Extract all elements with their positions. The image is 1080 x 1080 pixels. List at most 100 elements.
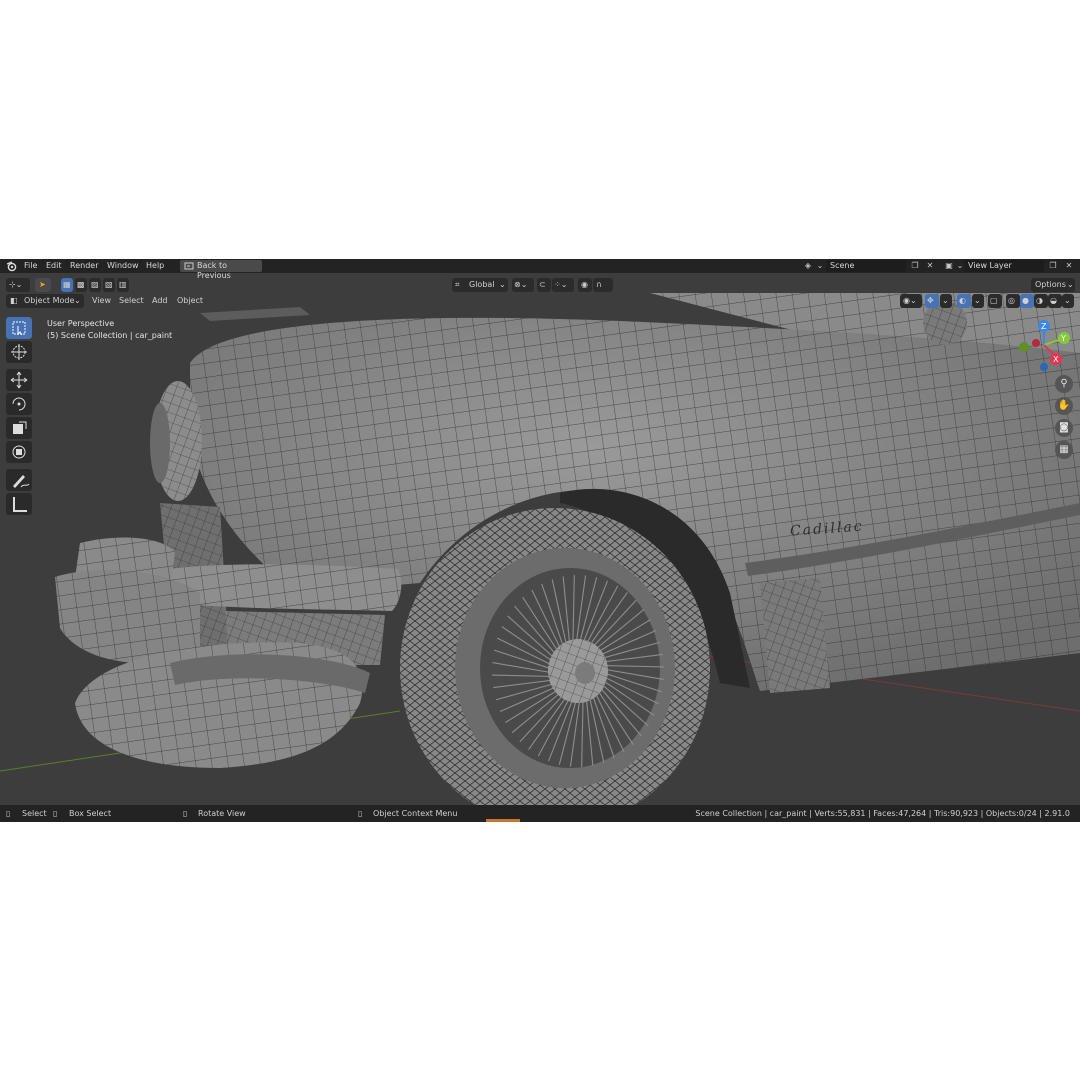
xray-toggle[interactable]: ▢ (988, 294, 1002, 308)
shading-material-button[interactable]: ◑ (1034, 294, 1048, 308)
perspective-label: User Perspective (47, 319, 115, 328)
mode-invert-button[interactable]: ▧ (103, 278, 115, 292)
chevron-down-icon: ⌄ (1064, 296, 1071, 305)
mode-new-button[interactable]: ▦ (61, 278, 73, 292)
shading-dropdown[interactable]: ⌄ (1062, 294, 1074, 308)
gizmo-neg-y-axis[interactable] (1019, 342, 1029, 352)
mode-dropdown[interactable]: ◧ Object Mode ⌄ (6, 294, 84, 308)
select-box-tool[interactable] (6, 317, 32, 339)
delete-view-layer-icon[interactable]: ✕ (1064, 261, 1074, 271)
transform-icon (12, 445, 26, 459)
menu-object[interactable]: Object (177, 296, 203, 305)
pivot-point-dropdown[interactable]: ⊗⌄ (512, 278, 534, 292)
view-layer-name: View Layer (968, 261, 1012, 270)
annotate-tool[interactable] (6, 469, 32, 491)
gizmo-neg-x-axis[interactable] (1032, 339, 1040, 347)
overlays-icon: ◐ (959, 296, 966, 305)
menu-help[interactable]: Help (146, 261, 164, 271)
proportional-edit-toggle[interactable]: ◉ (578, 278, 592, 292)
menu-view[interactable]: View (92, 296, 111, 305)
viewport-info: User Perspective (5) Scene Collection | … (47, 318, 172, 342)
falloff-dropdown[interactable]: ∩ (593, 278, 613, 292)
orientation-label: Global (469, 280, 495, 289)
status-select: Select (22, 809, 47, 818)
menu-file[interactable]: File (24, 261, 37, 271)
select-new-icon: ▦ (63, 280, 71, 289)
options-label: Options (1035, 280, 1066, 289)
menu-select[interactable]: Select (119, 296, 144, 305)
menu-render[interactable]: Render (70, 261, 98, 271)
new-scene-icon[interactable]: ❐ (910, 261, 920, 271)
cursor-tool[interactable] (6, 341, 32, 363)
overlays-dropdown[interactable]: ⌄ (972, 294, 984, 308)
gizmo-y-label: Y (1060, 334, 1066, 343)
pivot-icon: ⊗⌄ (514, 280, 528, 289)
pan-hand-icon[interactable]: ✋ (1055, 397, 1073, 415)
delete-scene-icon[interactable]: ✕ (925, 261, 935, 271)
options-dropdown[interactable]: Options ⌄ (1031, 278, 1075, 292)
editor-type-button[interactable]: ⊹⌄ (6, 278, 30, 292)
mouse-drag-icon: ▯ (53, 809, 58, 818)
view-layer-field[interactable]: View Layer (964, 260, 1044, 272)
snap-toggle[interactable]: ⊂ (537, 278, 551, 292)
mode-intersect-button[interactable]: ▥ (117, 278, 129, 292)
status-bar: ▯ Select ▯ Box Select ▯ Rotate View ▯ Ob… (0, 805, 1080, 822)
status-context-menu: Object Context Menu (373, 809, 458, 818)
mode-subtract-button[interactable]: ▨ (89, 278, 101, 292)
3d-viewport[interactable]: Cadillac User Perspective (5) Scene Coll… (0, 293, 1080, 805)
chevron-down-icon: ⌄ (499, 280, 506, 289)
editor-type-icon: ⊹⌄ (9, 280, 23, 289)
gizmo-toggle[interactable]: ✥ (925, 294, 939, 308)
perspective-grid-icon[interactable]: ▦ (1055, 441, 1073, 459)
menu-add[interactable]: Add (152, 296, 168, 305)
rotate-icon (12, 397, 26, 411)
menu-window[interactable]: Window (107, 261, 139, 271)
gizmo-neg-z-axis[interactable] (1040, 363, 1048, 371)
back-to-previous-button[interactable]: Back to Previous (180, 260, 262, 280)
tool-select-toggle[interactable]: ➤ (35, 278, 51, 292)
shading-solid-button[interactable]: ● (1020, 294, 1034, 308)
chevron-down-icon: ⌄ (974, 296, 981, 305)
measure-tool[interactable] (6, 493, 32, 515)
top-menu-bar: File Edit Render Window Help Back to Pre… (0, 259, 1080, 280)
view-layer-icon[interactable]: ▣ (944, 261, 954, 271)
scene-field[interactable]: Scene (826, 260, 906, 272)
cursor-arrow-icon: ➤ (39, 280, 46, 289)
mouse-left-icon: ▯ (6, 809, 11, 818)
falloff-curve-icon: ∩ (596, 280, 602, 289)
camera-icon[interactable]: ◙ (1055, 419, 1073, 437)
select-intersect-icon: ▥ (119, 280, 127, 289)
scene-dropdown-icon[interactable]: ⌄ (815, 261, 825, 271)
rotate-tool[interactable] (6, 393, 32, 415)
gizmo-z-label: Z (1041, 322, 1047, 331)
transform-tool[interactable] (6, 441, 32, 463)
scene-statistics: Scene Collection | car_paint | Verts:55,… (695, 809, 1070, 818)
move-icon (10, 371, 28, 389)
blender-logo-icon[interactable] (6, 260, 18, 275)
car-mesh-render (0, 293, 1080, 805)
scale-tool[interactable] (6, 417, 32, 439)
transform-orientation-dropdown[interactable]: ⌗ Global ⌄ (452, 278, 508, 292)
mode-extend-button[interactable]: ▩ (75, 278, 87, 292)
shading-wireframe-button[interactable]: ◎ (1006, 294, 1020, 308)
progress-indicator (486, 819, 520, 822)
proportional-icon: ◉ (581, 280, 588, 289)
new-view-layer-icon[interactable]: ❐ (1048, 261, 1058, 271)
zoom-icon[interactable]: ⚲ (1055, 375, 1073, 393)
navigation-gizmo[interactable]: Z Y X (1014, 317, 1078, 371)
menu-edit[interactable]: Edit (46, 261, 62, 271)
scene-icon[interactable]: ◈ (803, 261, 813, 271)
gizmo-dropdown[interactable]: ⌄ (940, 294, 952, 308)
shading-rendered-button[interactable]: ◒ (1048, 294, 1062, 308)
visibility-dropdown[interactable]: ◉⌄ (900, 294, 922, 308)
gizmo-x-label: X (1053, 355, 1059, 364)
tool-settings-bar: ⊹⌄ ➤ ▦ ▩ ▨ ▧ ▥ ⌗ Global ⌄ ⊗⌄ ⊂ ⁘⌄ ◉ ∩ Op… (0, 277, 1080, 293)
viewport-header: ◧ Object Mode ⌄ View Select Add Object ◉… (0, 294, 1080, 308)
mode-label: Object Mode (24, 296, 75, 305)
snap-target-dropdown[interactable]: ⁘⌄ (552, 278, 574, 292)
move-tool[interactable] (6, 369, 32, 391)
magnet-icon: ⊂ (539, 280, 546, 289)
status-rotate-view: Rotate View (198, 809, 246, 818)
overlays-toggle[interactable]: ◐ (957, 294, 971, 308)
snap-grid-icon: ⁘⌄ (554, 280, 568, 289)
